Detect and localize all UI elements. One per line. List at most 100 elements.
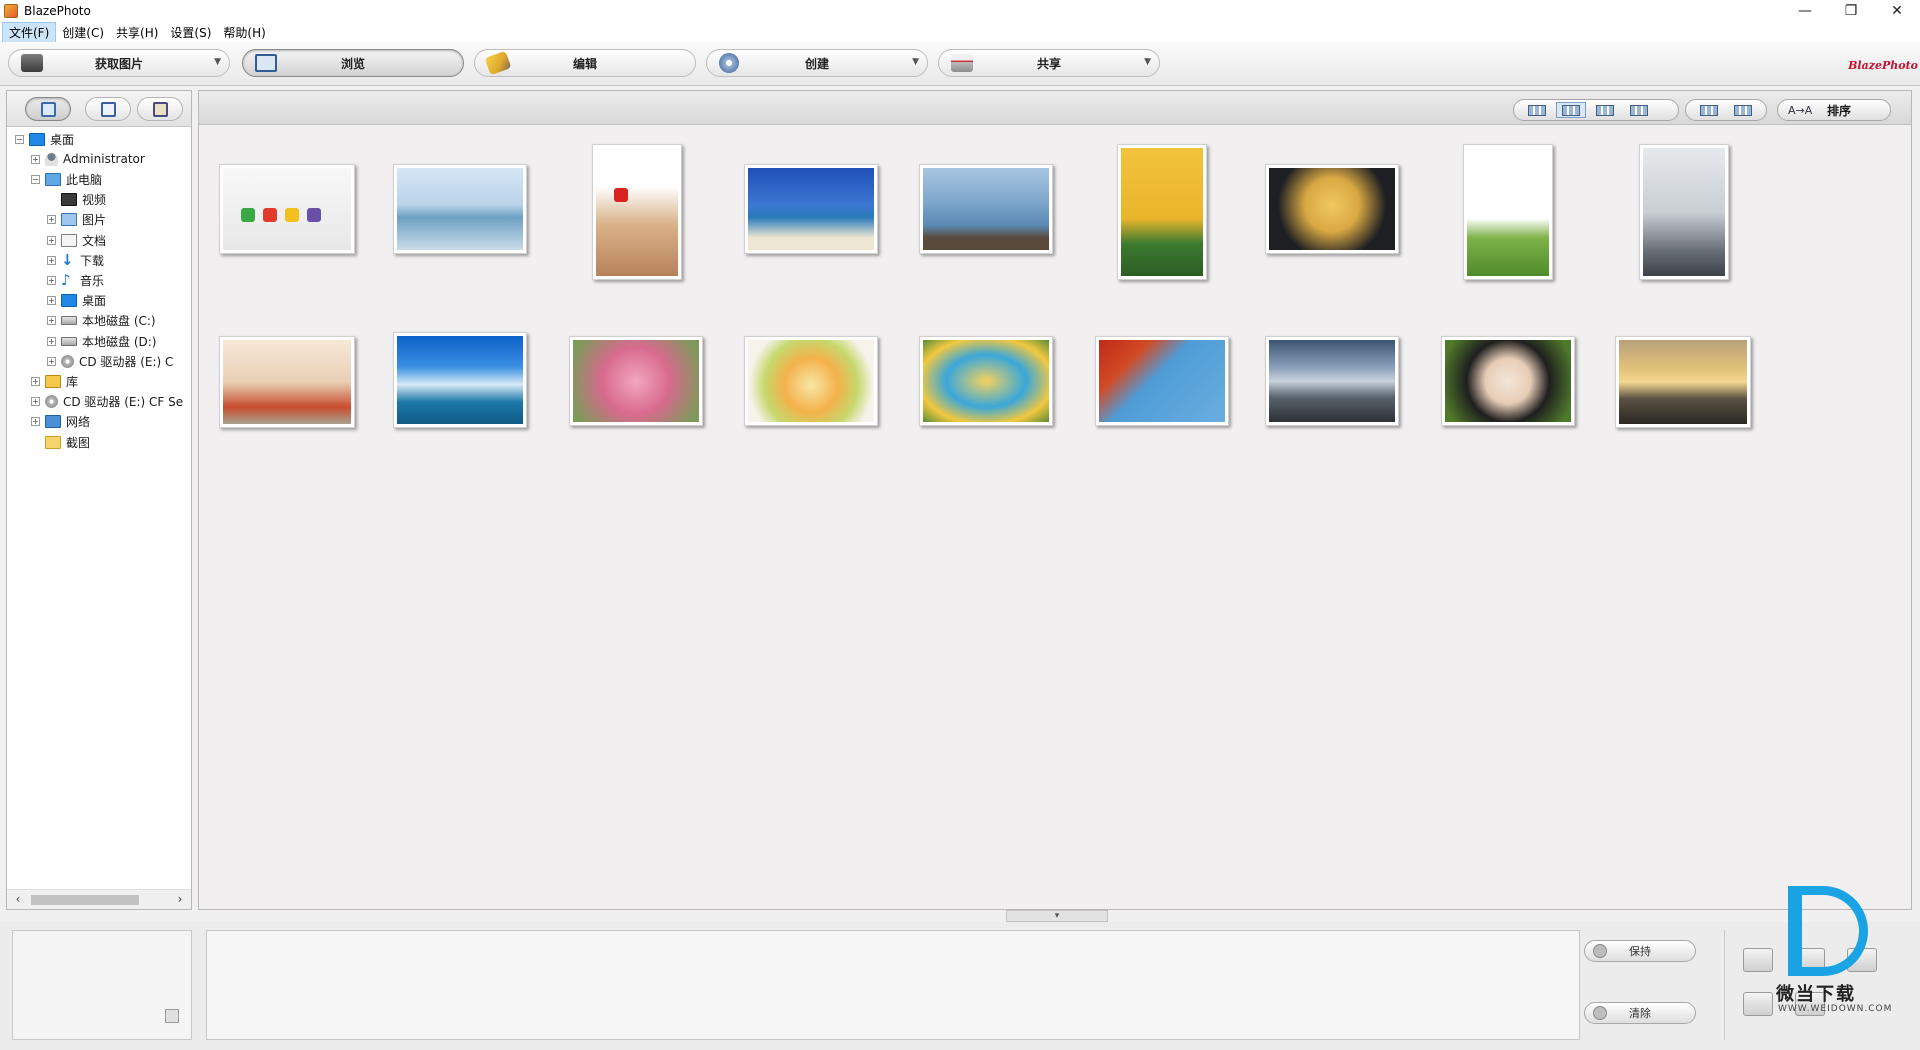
photo-thumbnail[interactable] [569, 336, 703, 426]
tree-item[interactable]: + 下载 [47, 250, 104, 270]
tree-item[interactable]: + CD 驱动器 (E:) C [47, 351, 173, 371]
expand-icon[interactable]: + [47, 296, 56, 306]
scroll-thumb[interactable] [31, 895, 139, 905]
photo-thumbnail[interactable] [1117, 144, 1207, 280]
view-mode-group-2 [1685, 99, 1767, 121]
hold-button[interactable]: 保持 [1584, 940, 1696, 962]
print-icon[interactable] [1743, 948, 1773, 972]
tree-item[interactable]: + 文档 [47, 230, 106, 250]
menu-help[interactable]: 帮助(H) [217, 23, 271, 42]
get-photos-button[interactable]: 获取图片 ▼ [8, 49, 230, 77]
tree-item[interactable]: − 此电脑 [31, 169, 102, 189]
collapse-icon[interactable]: − [15, 134, 24, 144]
collapse-tray-handle[interactable]: ▾ [1006, 910, 1108, 922]
photo-santa-hat-child [596, 148, 678, 276]
expand-icon[interactable]: + [31, 417, 40, 427]
photo-fruit-plate [748, 340, 874, 422]
photo-thumbnail[interactable] [1615, 336, 1751, 428]
large-grid-view-icon[interactable] [1556, 102, 1586, 118]
expand-icon[interactable]: + [31, 397, 40, 407]
tree-item[interactable]: − 桌面 [15, 129, 74, 149]
cd-burn-icon[interactable] [1743, 992, 1773, 1016]
browse-button[interactable]: 浏览 [242, 49, 464, 77]
photo-thumbnail[interactable] [393, 164, 527, 254]
photo-tree-meadow [1467, 148, 1549, 276]
chevron-down-icon[interactable]: ▼ [912, 57, 919, 67]
restore-button[interactable]: ❐ [1828, 0, 1874, 22]
expand-icon[interactable]: + [47, 255, 56, 265]
folders-tab[interactable] [25, 97, 71, 121]
single-view-icon-glyph [1700, 104, 1718, 116]
scroll-left-icon[interactable]: ‹ [11, 892, 25, 906]
hard-drive-icon [61, 316, 77, 326]
photo-thumbnail[interactable] [1639, 144, 1729, 280]
photo-pool-boy [923, 340, 1049, 422]
minimize-button[interactable]: — [1782, 0, 1828, 22]
photo-detail [614, 188, 628, 202]
tree-item[interactable]: + Administrator [31, 149, 145, 169]
photo-thumbnail[interactable] [919, 336, 1053, 426]
photo-thumbnail[interactable] [1095, 336, 1229, 426]
computer-icon [45, 172, 61, 186]
slideshow-view-icon-glyph [1528, 104, 1546, 116]
album-tab[interactable] [137, 97, 183, 121]
photo-thumbnail[interactable] [393, 332, 527, 428]
menu-settings[interactable]: 设置(S) [164, 23, 217, 42]
filmstrip-view-icon[interactable] [1728, 102, 1758, 118]
photo-thumbnail[interactable] [744, 164, 878, 254]
photo-thumbnail[interactable] [592, 144, 682, 280]
tree-item[interactable]: + CD 驱动器 (E:) CF Se [31, 392, 183, 412]
single-view-icon[interactable] [1694, 102, 1724, 118]
create-button[interactable]: 创建 ▼ [706, 49, 928, 77]
edit-button[interactable]: 编辑 [474, 49, 696, 77]
share-button[interactable]: 共享 ▼ [938, 49, 1160, 77]
tree-item[interactable]: + 本地磁盘 (D:) [47, 331, 156, 351]
menu-create[interactable]: 创建(C) [56, 23, 110, 42]
app-icon [4, 4, 18, 18]
tree-item[interactable]: + 图片 [47, 210, 106, 230]
tree-item[interactable]: + 桌面 [47, 291, 106, 311]
photo-thumbnail[interactable] [1265, 336, 1399, 426]
expand-icon[interactable]: + [31, 376, 40, 386]
photo-thumbnail[interactable] [219, 336, 355, 428]
tree-item[interactable]: 截图 [31, 432, 90, 452]
expand-icon[interactable]: + [31, 154, 40, 164]
photo-thumbnail[interactable] [1463, 144, 1553, 280]
tray-drop-area[interactable] [206, 930, 1580, 1040]
tree-item[interactable]: 视频 [47, 190, 106, 210]
expand-icon[interactable]: + [47, 356, 56, 366]
expand-icon[interactable]: + [47, 275, 56, 285]
tree-item[interactable]: + 本地磁盘 (C:) [47, 311, 156, 331]
tray-info-icon[interactable] [165, 1009, 179, 1023]
chevron-down-icon[interactable]: ▼ [1144, 57, 1151, 67]
scroll-right-icon[interactable]: › [173, 892, 187, 906]
clear-button[interactable]: 清除 [1584, 1002, 1696, 1024]
calendar-tab[interactable] [85, 97, 131, 121]
brand-logo: BlazePhoto [1848, 59, 1918, 72]
photo-thumbnail[interactable] [744, 336, 878, 426]
photo-thumbnail[interactable] [219, 164, 355, 254]
tree-item[interactable]: + 音乐 [47, 270, 104, 290]
tree-item-label: 文档 [82, 233, 107, 248]
photo-thumbnail[interactable] [1265, 164, 1399, 254]
expand-icon[interactable]: + [47, 215, 56, 225]
photo-thumbnail[interactable] [919, 164, 1053, 254]
tree-item[interactable]: + 库 [31, 371, 78, 391]
menu-share[interactable]: 共享(H) [110, 23, 164, 42]
chevron-down-icon[interactable]: ▼ [214, 57, 221, 67]
expand-icon[interactable]: + [47, 316, 56, 326]
close-button[interactable]: ✕ [1874, 0, 1920, 22]
slideshow-view-icon[interactable] [1522, 102, 1552, 118]
sort-button[interactable]: A→A 排序 [1777, 99, 1891, 121]
small-grid-view-icon[interactable] [1590, 102, 1620, 118]
list-view-icon[interactable] [1624, 102, 1654, 118]
collapse-icon[interactable]: − [31, 174, 40, 184]
tree-item[interactable]: + 网络 [31, 412, 90, 432]
expand-icon[interactable]: + [47, 235, 56, 245]
folder-view-icon [41, 102, 56, 117]
horizontal-scrollbar[interactable]: ‹ › [7, 889, 191, 909]
menu-file[interactable]: 文件(F) [2, 21, 57, 43]
expand-icon[interactable]: + [47, 336, 56, 346]
photo-thumbnail[interactable] [1441, 336, 1575, 426]
